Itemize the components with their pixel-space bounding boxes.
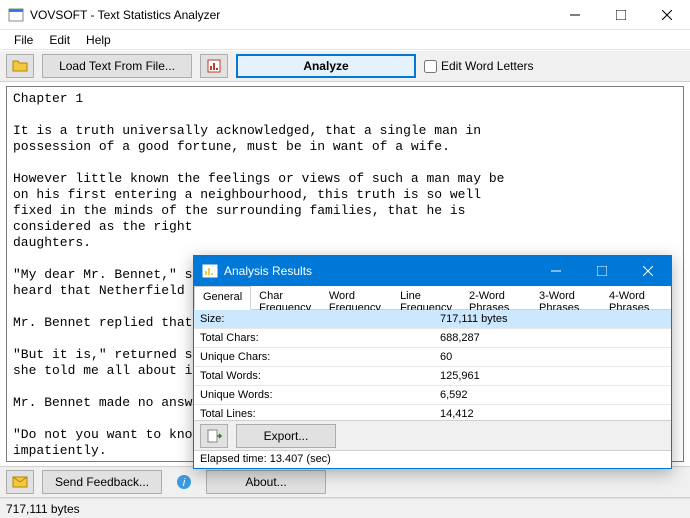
about-icon-button[interactable]: i xyxy=(170,470,198,494)
about-label: About... xyxy=(245,475,286,489)
main-toolbar: Load Text From File... Analyze Edit Word… xyxy=(0,50,690,82)
elapsed-time: Elapsed time: 13.407 (sec) xyxy=(194,450,671,468)
edit-word-letters-label: Edit Word Letters xyxy=(441,59,533,73)
load-text-button[interactable]: Load Text From File... xyxy=(42,54,192,78)
child-title-bar[interactable]: Analysis Results xyxy=(194,256,671,286)
child-title: Analysis Results xyxy=(224,264,533,278)
table-row[interactable]: Total Lines:14,412 xyxy=(194,405,671,420)
child-minimize-button[interactable] xyxy=(533,256,579,286)
tab-word-frequency[interactable]: Word Frequency xyxy=(321,286,392,309)
export-button[interactable]: Export... xyxy=(236,424,336,448)
bottom-toolbar: Send Feedback... i About... xyxy=(0,466,690,498)
edit-word-letters-row[interactable]: Edit Word Letters xyxy=(424,59,533,73)
send-feedback-button[interactable]: Send Feedback... xyxy=(42,470,162,494)
minimize-button[interactable] xyxy=(552,0,598,30)
export-label: Export... xyxy=(264,429,309,443)
window-title: VOVSOFT - Text Statistics Analyzer xyxy=(30,8,552,22)
tab-line-frequency[interactable]: Line Frequency xyxy=(392,286,461,309)
child-bottom-toolbar: Export... xyxy=(194,420,671,450)
maximize-button[interactable] xyxy=(598,0,644,30)
table-row[interactable]: Unique Words:6,592 xyxy=(194,386,671,405)
analyze-button[interactable]: Analyze xyxy=(236,54,416,78)
send-feedback-label: Send Feedback... xyxy=(55,475,149,489)
analyze-icon-button[interactable] xyxy=(200,54,228,78)
tab-3word[interactable]: 3-Word Phrases xyxy=(531,286,601,309)
menu-bar: File Edit Help xyxy=(0,30,690,50)
menu-edit[interactable]: Edit xyxy=(41,31,78,49)
tab-4word[interactable]: 4-Word Phrases xyxy=(601,286,671,309)
child-close-button[interactable] xyxy=(625,256,671,286)
tab-general[interactable]: General xyxy=(194,286,251,310)
table-row[interactable]: Size:717,111 bytes xyxy=(194,310,671,329)
table-row[interactable]: Unique Chars:60 xyxy=(194,348,671,367)
table-row[interactable]: Total Words:125,961 xyxy=(194,367,671,386)
tab-char-frequency[interactable]: Char Frequency xyxy=(251,286,321,309)
load-text-label: Load Text From File... xyxy=(59,59,175,73)
child-maximize-button[interactable] xyxy=(579,256,625,286)
menu-file[interactable]: File xyxy=(6,31,41,49)
tab-2word[interactable]: 2-Word Phrases xyxy=(461,286,531,309)
close-button[interactable] xyxy=(644,0,690,30)
child-app-icon xyxy=(202,263,218,279)
status-bar: 717,111 bytes xyxy=(0,498,690,518)
feedback-icon-button[interactable] xyxy=(6,470,34,494)
table-row[interactable]: Total Chars:688,287 xyxy=(194,329,671,348)
child-tabs: General Char Frequency Word Frequency Li… xyxy=(194,286,671,310)
analyze-label: Analyze xyxy=(303,59,348,73)
edit-word-letters-checkbox[interactable] xyxy=(424,60,437,73)
app-icon xyxy=(8,7,24,23)
title-bar: VOVSOFT - Text Statistics Analyzer xyxy=(0,0,690,30)
results-grid: Size:717,111 bytes Total Chars:688,287 U… xyxy=(194,310,671,420)
open-file-icon-button[interactable] xyxy=(6,54,34,78)
menu-help[interactable]: Help xyxy=(78,31,119,49)
export-icon-button[interactable] xyxy=(200,424,228,448)
analysis-results-window: Analysis Results General Char Frequency … xyxy=(193,255,672,469)
status-text: 717,111 bytes xyxy=(6,502,80,516)
about-button[interactable]: About... xyxy=(206,470,326,494)
